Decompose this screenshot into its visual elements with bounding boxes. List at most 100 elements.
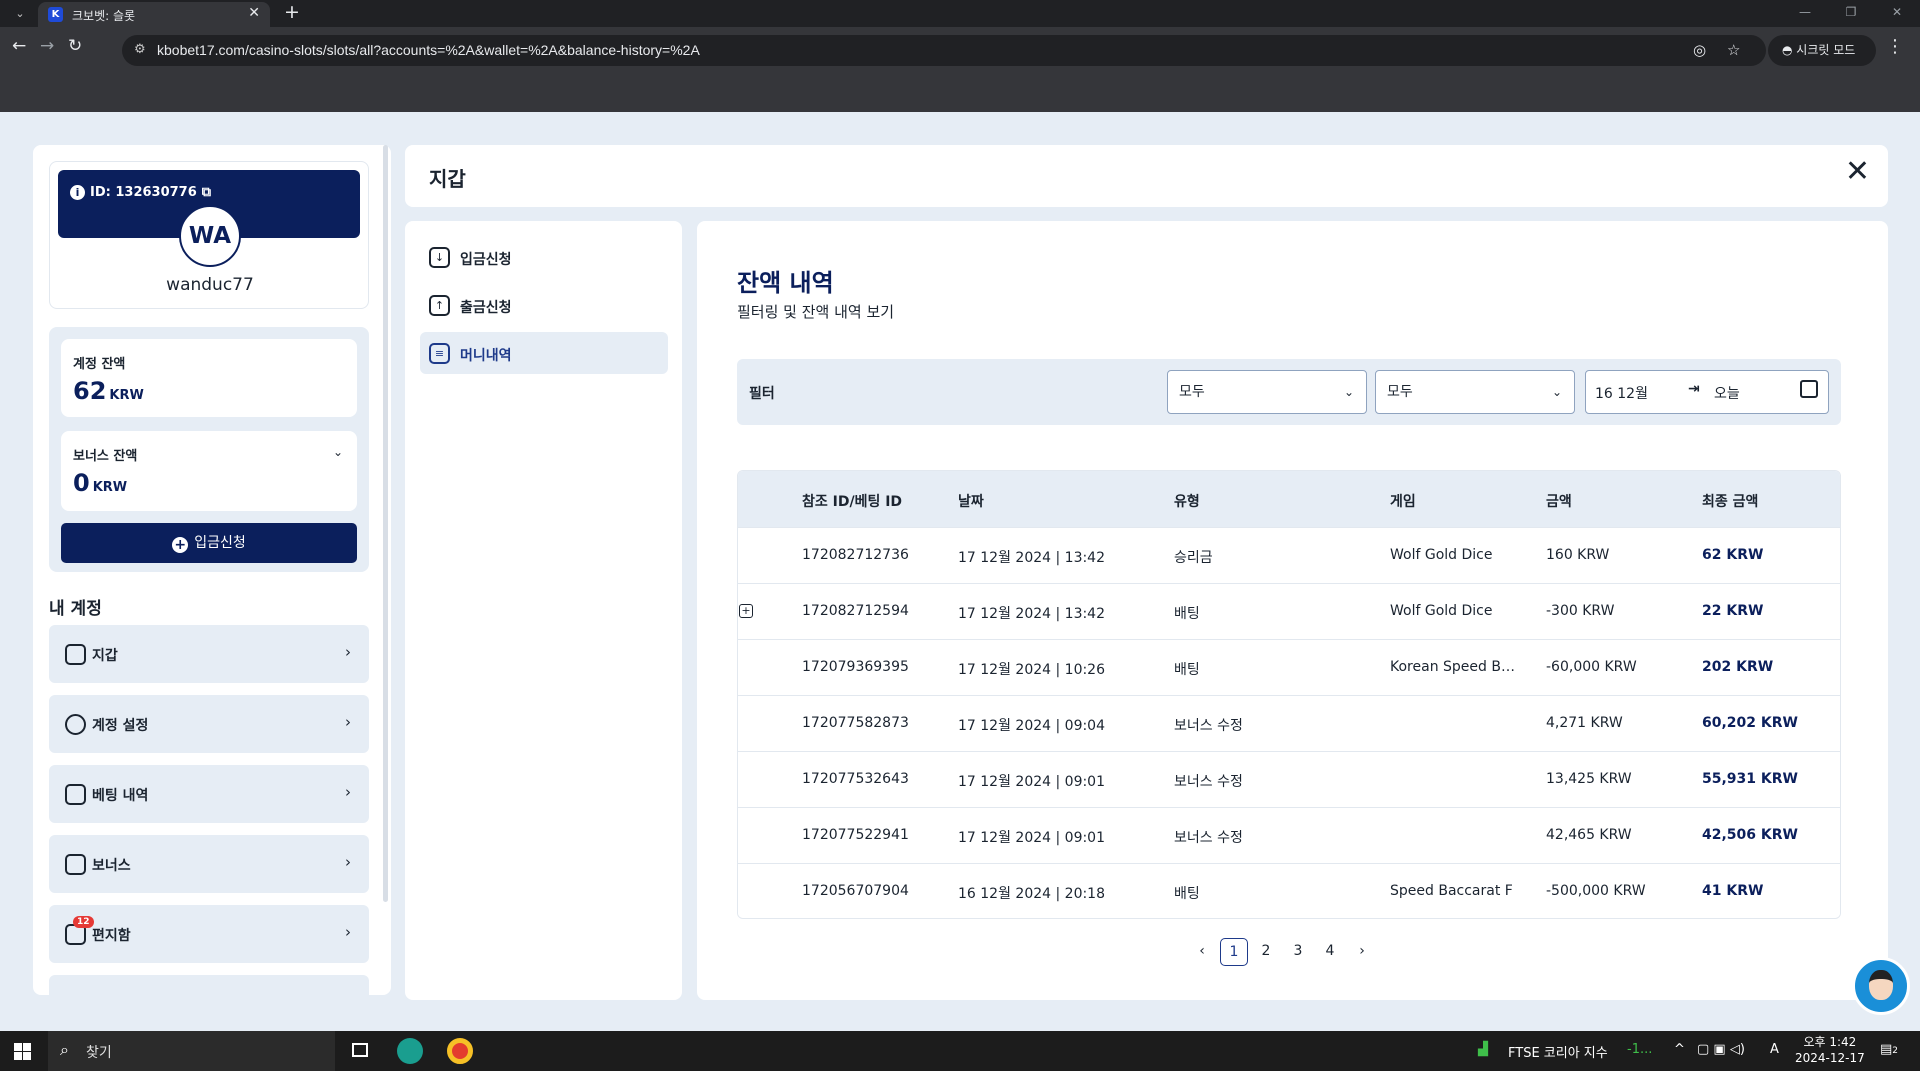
next-page-icon[interactable]: › (1348, 938, 1376, 966)
calendar-icon[interactable] (1800, 380, 1818, 398)
profile-card: i ID: 132630776 ⧉ WA wanduc77 (49, 161, 369, 309)
cell-game: Speed Baccarat F (1390, 883, 1513, 899)
taskbar-clock[interactable]: 오후 1:42 2024-12-17 (1795, 1034, 1865, 1066)
sidebar-item-bonus[interactable]: 보너스 › (49, 835, 369, 893)
account-balance-amount: 62 (73, 377, 107, 405)
bonus-balance-amount: 0 (73, 469, 90, 497)
url-text[interactable]: kbobet17.com/casino-slots/slots/all?acco… (157, 42, 700, 58)
page-button[interactable]: 2 (1252, 938, 1280, 966)
tray-system-icons[interactable]: ▢ ▣ ◁) (1697, 1042, 1745, 1057)
page: i ID: 132630776 ⧉ WA wanduc77 계정 잔액 62 KR… (0, 112, 1920, 1031)
forward-icon[interactable]: → (40, 36, 54, 56)
sidebar-item-wallet[interactable]: 지갑 › (49, 625, 369, 683)
expand-plus-icon[interactable]: + (739, 604, 753, 618)
cell-type: 배팅 (1174, 662, 1200, 678)
account-balance-value: 62 KRW (73, 377, 144, 405)
wallet-nav-withdraw[interactable]: ↑ 출금신청 (420, 284, 668, 326)
date-end: 오늘 (1714, 386, 1740, 402)
deposit-button[interactable]: + 입금신청 (61, 523, 357, 563)
wallet-nav-deposit[interactable]: ↓ 입금신청 (420, 236, 668, 278)
prev-page-icon[interactable]: ‹ (1188, 938, 1216, 966)
date-range-picker[interactable]: 16 12월 ⇥ 오늘 (1585, 370, 1829, 414)
sidebar-item-bet-history[interactable]: 베팅 내역 › (49, 765, 369, 823)
cell-game: Wolf Gold Dice (1390, 547, 1493, 563)
filter-select-1[interactable]: 모두 ⌄ (1167, 370, 1367, 414)
cell-date: 16 12월 2024 | 20:18 (958, 886, 1106, 902)
back-icon[interactable]: ← (12, 36, 26, 56)
stock-chart-icon: ▟ (1478, 1042, 1488, 1057)
wallet-nav-money-history[interactable]: ≡ 머니내역 (420, 332, 668, 374)
page-button[interactable]: 4 (1316, 938, 1344, 966)
cell-ref: 172077582873 (802, 715, 909, 731)
wallet-title: 지갑 (429, 167, 466, 191)
table-row[interactable]: 172077582873 17 12월 2024 | 09:04 보너스 수정 … (738, 695, 1840, 751)
ticker-label[interactable]: FTSE 코리아 지수 (1508, 1042, 1608, 1061)
close-icon[interactable]: ✕ (1845, 157, 1870, 187)
sidebar-scrollbar[interactable] (383, 145, 388, 902)
table-row[interactable]: + 172082712594 17 12월 2024 | 13:42 배팅 Wo… (738, 583, 1840, 639)
cell-type: 보너스 수정 (1174, 774, 1243, 790)
column-header: 최종 금액 (1702, 494, 1759, 510)
site-info-icon[interactable]: ⚙ (134, 42, 146, 57)
bookmark-star-icon[interactable]: ☆ (1727, 41, 1740, 59)
table-row[interactable]: 172077532643 17 12월 2024 | 09:01 보너스 수정 … (738, 751, 1840, 807)
sidebar-item-account-settings[interactable]: 계정 설정 › (49, 695, 369, 753)
taskbar-search[interactable]: ⌕ 찾기 (48, 1031, 335, 1071)
page-button[interactable]: 1 (1220, 938, 1248, 966)
incognito-button[interactable]: ◓ 시크릿 모드 (1768, 35, 1876, 66)
table-row[interactable]: 172079369395 17 12월 2024 | 10:26 배팅 Kore… (738, 639, 1840, 695)
window-close-icon[interactable]: ✕ (1874, 0, 1920, 27)
chevron-right-icon: › (345, 643, 351, 661)
restore-icon[interactable]: ❐ (1828, 0, 1874, 27)
column-header: 참조 ID/베팅 ID (802, 494, 903, 510)
page-button[interactable]: 3 (1284, 938, 1312, 966)
cell-ref: 172079369395 (802, 659, 909, 675)
table-row[interactable]: 172077522941 17 12월 2024 | 09:01 보너스 수정 … (738, 807, 1840, 863)
upload-icon: ↑ (429, 295, 450, 316)
new-tab-button[interactable]: + (284, 1, 300, 23)
clock-time: 오후 1:42 (1803, 1035, 1857, 1049)
cell-type: 배팅 (1174, 606, 1200, 622)
support-chat-button[interactable] (1852, 957, 1910, 1015)
browser-tab[interactable]: K 크보벳: 슬롯 ✕ (38, 2, 270, 27)
minimize-icon[interactable]: — (1782, 0, 1828, 27)
taskbar-search-placeholder: 찾기 (86, 1045, 112, 1061)
notification-icon[interactable]: ▤2 (1880, 1042, 1898, 1057)
tab-search-button[interactable]: ⌄ (8, 4, 32, 24)
cell-game: Korean Speed B… (1390, 659, 1515, 675)
chrome-browser-icon[interactable] (447, 1038, 473, 1064)
address-bar[interactable]: ⚙ kbobet17.com/casino-slots/slots/all?ac… (122, 35, 1766, 66)
sidebar-item-inbox[interactable]: 12 편지함 › (49, 905, 369, 963)
sidebar-item-more[interactable] (49, 975, 369, 1031)
browser-toolbar: ← → ↻ ⚙ kbobet17.com/casino-slots/slots/… (0, 27, 1920, 112)
wallet-panel: 지갑 ✕ ↓ 입금신청 ↑ 출금신청 ≡ 머니내역 잔액 내역 필터링 및 잔액… (405, 145, 1888, 1000)
copy-icon[interactable]: ⧉ (202, 185, 211, 200)
cell-date: 17 12월 2024 | 13:42 (958, 606, 1106, 622)
sidebar-item-label: 계정 설정 (92, 718, 149, 734)
wallet-nav-label: 머니내역 (460, 348, 512, 364)
balance-history-content: 잔액 내역 필터링 및 잔액 내역 보기 필터 모두 ⌄ 모두 ⌄ 16 12월… (697, 221, 1888, 1000)
arrows-icon: ⇥ (1688, 381, 1700, 397)
windows-start-icon[interactable] (14, 1043, 31, 1060)
clock-date: 2024-12-17 (1795, 1051, 1865, 1065)
tray-chevron-up-icon[interactable]: ^ (1674, 1042, 1685, 1057)
table-header: 참조 ID/베팅 ID 날짜 유형 게임 금액 최종 금액 (738, 471, 1840, 527)
column-header: 게임 (1390, 494, 1416, 510)
cell-final: 62 KRW (1702, 547, 1764, 563)
filter-select-2[interactable]: 모두 ⌄ (1375, 370, 1575, 414)
table-row[interactable]: 172082712736 17 12월 2024 | 13:42 승리금 Wol… (738, 527, 1840, 583)
cell-amount: -300 KRW (1546, 603, 1615, 619)
tracking-protection-icon[interactable]: ◎ (1693, 41, 1706, 59)
table-row[interactable]: 172056707904 16 12월 2024 | 20:18 배팅 Spee… (738, 863, 1840, 918)
avatar: WA (179, 205, 241, 267)
task-view-icon[interactable] (352, 1043, 368, 1057)
column-header: 유형 (1174, 494, 1200, 510)
cell-ref: 172077522941 (802, 827, 909, 843)
edge-browser-icon[interactable] (397, 1038, 423, 1064)
ime-indicator[interactable]: A (1770, 1042, 1779, 1057)
reload-icon[interactable]: ↻ (68, 36, 82, 56)
chevron-down-icon[interactable]: ⌄ (333, 445, 343, 459)
browser-menu-icon[interactable]: ⋮ (1886, 36, 1904, 57)
tab-close-icon[interactable]: ✕ (248, 5, 260, 21)
cell-date: 17 12월 2024 | 09:01 (958, 774, 1106, 790)
